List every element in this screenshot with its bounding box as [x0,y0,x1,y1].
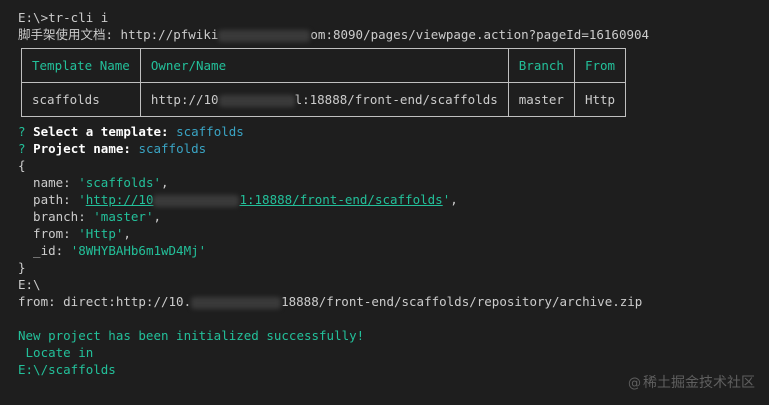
cwd-line: E:\ [18,277,41,292]
path-link[interactable]: http://10 1:18888/front-end/scaffolds [86,192,443,207]
object-key: branch: [18,209,94,224]
prompt-label: Project name: [33,141,131,156]
column-header-template-name: Template Name [21,48,141,83]
command-line: E:\>tr-cli i [18,10,109,25]
doc-link-line: 脚手架使用文档: http://pfwiki om:8090/pages/view… [18,26,759,43]
object-value: 'master' [93,209,154,224]
success-message: New project has been initialized success… [18,328,365,343]
object-value: 'Http' [78,226,124,241]
column-header-from: From [573,48,627,83]
prompt-question-mark: ? [18,141,26,156]
download-from-line: from: direct:http://10. 18888/front-end/s… [18,293,759,310]
object-close-brace: } [18,260,26,275]
object-value: 'scaffolds' [78,175,162,190]
table-row: scaffolds http://10 l:18888/front-end/sca… [21,82,627,117]
prompt-value: scaffolds [176,124,244,139]
prompt-select-template: ? Select a template: scaffolds [18,123,759,140]
cell-owner-name: http://10 l:18888/front-end/scaffolds [139,82,509,117]
watermark-text: 稀土掘金技术社区 [643,375,755,391]
object-branch-line: branch: 'master', [18,209,162,224]
prompt-value: scaffolds [138,141,207,156]
redacted-region [153,194,240,207]
object-value: '8WHYBAHb6m1wD4Mj' [70,243,207,258]
cell-branch: master [507,82,575,117]
path-link-prefix: http://10 [85,192,154,207]
cell-template-name: scaffolds [21,82,141,117]
prompt-label: Select a template: [33,124,169,139]
from-line-suffix: 18888/front-end/scaffolds/repository/arc… [281,294,643,309]
doc-line-prefix: 脚手架使用文档: http://pfwiki [18,27,219,42]
cell-from: Http [573,82,627,117]
object-key: path: [18,192,79,207]
path-link-suffix: 1:18888/front-end/scaffolds [239,192,443,207]
object-key: name: [18,175,79,190]
watermark-at-icon: @ [628,376,641,391]
redacted-region [191,296,282,309]
from-line-prefix: from: direct:http://10. [18,294,192,309]
watermark: @ 稀土掘金技术社区 [628,372,755,392]
template-table: Template Name Owner/Name Branch From sca… [21,48,627,117]
column-header-owner-name: Owner/Name [139,48,509,83]
object-from-line: from: 'Http', [18,226,131,241]
object-name-line: name: 'scaffolds', [18,175,169,190]
redacted-region [218,29,311,42]
owner-suffix: l:18888/front-end/scaffolds [294,92,498,107]
owner-prefix: http://10 [150,92,219,107]
table-header-row: Template Name Owner/Name Branch From [21,48,627,83]
column-header-branch: Branch [507,48,575,83]
object-path-line: path: 'http://10 1:18888/front-end/scaffo… [18,192,458,207]
object-key: from: [18,226,79,241]
prompt-project-name: ? Project name: scaffolds [18,140,759,157]
locate-label: Locate in [18,345,94,360]
object-id-line: _id: '8WHYBAHb6m1wD4Mj' [18,242,759,259]
prompt-question-mark: ? [18,124,26,139]
object-key: _id: [18,243,71,258]
redacted-region [218,94,295,107]
terminal-output: E:\>tr-cli i 脚手架使用文档: http://pfwiki om:80… [18,9,759,378]
object-open-brace: { [18,158,26,173]
doc-line-suffix: om:8090/pages/viewpage.action?pageId=161… [310,27,650,42]
